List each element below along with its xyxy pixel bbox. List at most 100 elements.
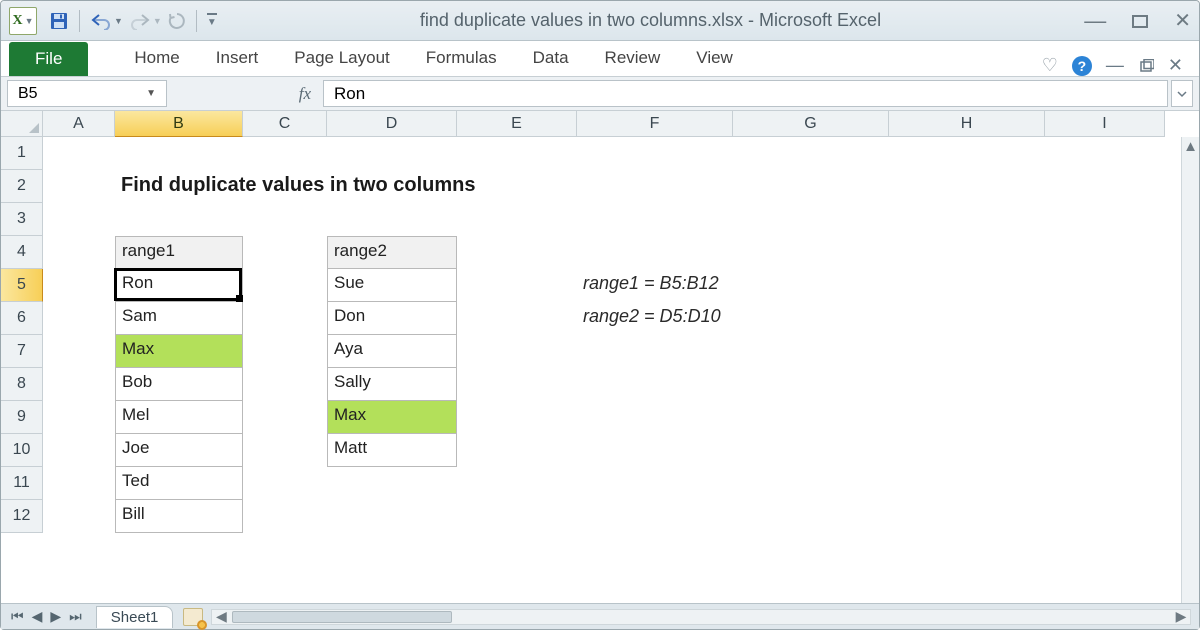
cell-B2[interactable]: Find duplicate values in two columns [115, 170, 915, 203]
sheet-tab[interactable]: Sheet1 [96, 606, 174, 628]
cell-B7[interactable]: Max [115, 335, 243, 368]
cell-D7[interactable]: Aya [327, 335, 457, 368]
maximize-button[interactable] [1132, 13, 1148, 29]
sheet-nav-prev-button[interactable]: ◀ [32, 608, 43, 625]
insert-function-area: fx [167, 77, 323, 110]
name-box-caret-icon: ▼ [146, 88, 156, 99]
cell-B5[interactable]: Ron [115, 269, 243, 302]
help-button[interactable]: ? [1072, 56, 1092, 76]
new-sheet-button[interactable] [183, 608, 203, 626]
close-button[interactable]: ✕ [1174, 8, 1191, 33]
vertical-scrollbar[interactable]: ▲ [1181, 137, 1199, 603]
app-menu-caret-icon: ▼ [25, 16, 34, 26]
tab-home[interactable]: Home [116, 41, 197, 76]
sheet-nav-buttons: ⏮ ◀ ▶ ⏭ [1, 608, 92, 625]
cell-B10[interactable]: Joe [115, 434, 243, 467]
col-header-F[interactable]: F [577, 111, 733, 137]
tab-review[interactable]: Review [587, 41, 679, 76]
horizontal-scrollbar[interactable]: ◀ ▶ [211, 609, 1191, 625]
cell-F6[interactable]: range2 = D5:D10 [577, 302, 897, 335]
sheet-nav-last-button[interactable]: ⏭ [69, 608, 82, 625]
row-header-5[interactable]: 5 [1, 269, 43, 302]
cell-B8[interactable]: Bob [115, 368, 243, 401]
cell-D5[interactable]: Sue [327, 269, 457, 302]
scroll-right-button[interactable]: ▶ [1172, 608, 1190, 625]
sheet-nav-next-button[interactable]: ▶ [50, 608, 61, 625]
window-minimize-icon[interactable]: — [1106, 55, 1124, 76]
tab-insert[interactable]: Insert [198, 41, 277, 76]
col-header-H[interactable]: H [889, 111, 1045, 137]
excel-app-icon[interactable]: X▼ [9, 7, 37, 35]
col-header-G[interactable]: G [733, 111, 889, 137]
cell-F5[interactable]: range1 = B5:B12 [577, 269, 897, 302]
row-header-12[interactable]: 12 [1, 500, 43, 533]
col-header-B[interactable]: B [115, 111, 243, 137]
select-all-corner[interactable] [1, 111, 43, 137]
tab-data[interactable]: Data [515, 41, 587, 76]
col-header-A[interactable]: A [43, 111, 115, 137]
expand-formula-bar-button[interactable] [1171, 80, 1193, 107]
cell-B6[interactable]: Sam [115, 302, 243, 335]
minimize-ribbon-button[interactable]: ♡ [1042, 55, 1058, 76]
undo-caret-icon: ▼ [114, 16, 123, 26]
quick-access-toolbar: ▼ ▼ ▼ [49, 10, 217, 32]
row-header-6[interactable]: 6 [1, 302, 43, 335]
scroll-left-button[interactable]: ◀ [212, 608, 230, 625]
row-header-7[interactable]: 7 [1, 335, 43, 368]
sheet-tab-bar: ⏮ ◀ ▶ ⏭ Sheet1 ◀ ▶ [1, 603, 1199, 629]
cell-D9[interactable]: Max [327, 401, 457, 434]
row-header-10[interactable]: 10 [1, 434, 43, 467]
column-headers: ABCDEFGHI [43, 111, 1181, 137]
insert-function-button[interactable]: fx [299, 84, 311, 104]
cell-B11[interactable]: Ted [115, 467, 243, 500]
repeat-button[interactable] [168, 12, 186, 30]
cell-D4[interactable]: range2 [327, 236, 457, 269]
row-headers: 123456789101112 [1, 137, 43, 533]
tab-view[interactable]: View [678, 41, 751, 76]
cell-D6[interactable]: Don [327, 302, 457, 335]
redo-button[interactable]: ▼ [129, 12, 162, 30]
col-header-D[interactable]: D [327, 111, 457, 137]
row-header-4[interactable]: 4 [1, 236, 43, 269]
window-close-icon[interactable]: ✕ [1168, 55, 1183, 76]
formula-value: Ron [334, 84, 365, 104]
row-header-9[interactable]: 9 [1, 401, 43, 434]
sheet-nav-first-button[interactable]: ⏮ [11, 608, 24, 625]
tab-page-layout[interactable]: Page Layout [276, 41, 407, 76]
cell-B9[interactable]: Mel [115, 401, 243, 434]
scroll-up-button[interactable]: ▲ [1182, 137, 1199, 155]
cell-D10[interactable]: Matt [327, 434, 457, 467]
name-box-value: B5 [18, 85, 38, 103]
tab-formulas[interactable]: Formulas [408, 41, 515, 76]
customize-qat-button[interactable]: ▼ [207, 13, 217, 28]
window-restore-icon[interactable] [1138, 59, 1154, 73]
redo-caret-icon: ▼ [153, 16, 162, 26]
cell-D8[interactable]: Sally [327, 368, 457, 401]
qat-separator-2 [196, 10, 197, 32]
qat-separator [79, 10, 80, 32]
row-header-3[interactable]: 3 [1, 203, 43, 236]
ribbon-tabs: File Home Insert Page Layout Formulas Da… [1, 41, 1199, 77]
col-header-C[interactable]: C [243, 111, 327, 137]
row-header-1[interactable]: 1 [1, 137, 43, 170]
cell-B12[interactable]: Bill [115, 500, 243, 533]
undo-button[interactable]: ▼ [90, 12, 123, 30]
minimize-button[interactable]: — [1084, 8, 1106, 34]
col-header-E[interactable]: E [457, 111, 577, 137]
window-controls: — ✕ [1084, 8, 1191, 34]
name-box[interactable]: B5 ▼ [7, 80, 167, 107]
formula-input[interactable]: Ron [323, 80, 1168, 107]
cells-area[interactable]: Find duplicate values in two columns rang… [43, 137, 1181, 603]
row-header-11[interactable]: 11 [1, 467, 43, 500]
cell-B4[interactable]: range1 [115, 236, 243, 269]
file-tab[interactable]: File [9, 42, 88, 76]
row-header-2[interactable]: 2 [1, 170, 43, 203]
spreadsheet-grid[interactable]: ABCDEFGHI 123456789101112 Find duplicate… [1, 111, 1199, 603]
row-header-8[interactable]: 8 [1, 368, 43, 401]
app-window: X▼ ▼ ▼ ▼ find d [0, 0, 1200, 630]
title-bar: X▼ ▼ ▼ ▼ find d [1, 1, 1199, 41]
save-button[interactable] [49, 11, 69, 31]
excel-glyph: X [12, 13, 22, 29]
col-header-I[interactable]: I [1045, 111, 1165, 137]
hscroll-thumb[interactable] [232, 611, 452, 623]
